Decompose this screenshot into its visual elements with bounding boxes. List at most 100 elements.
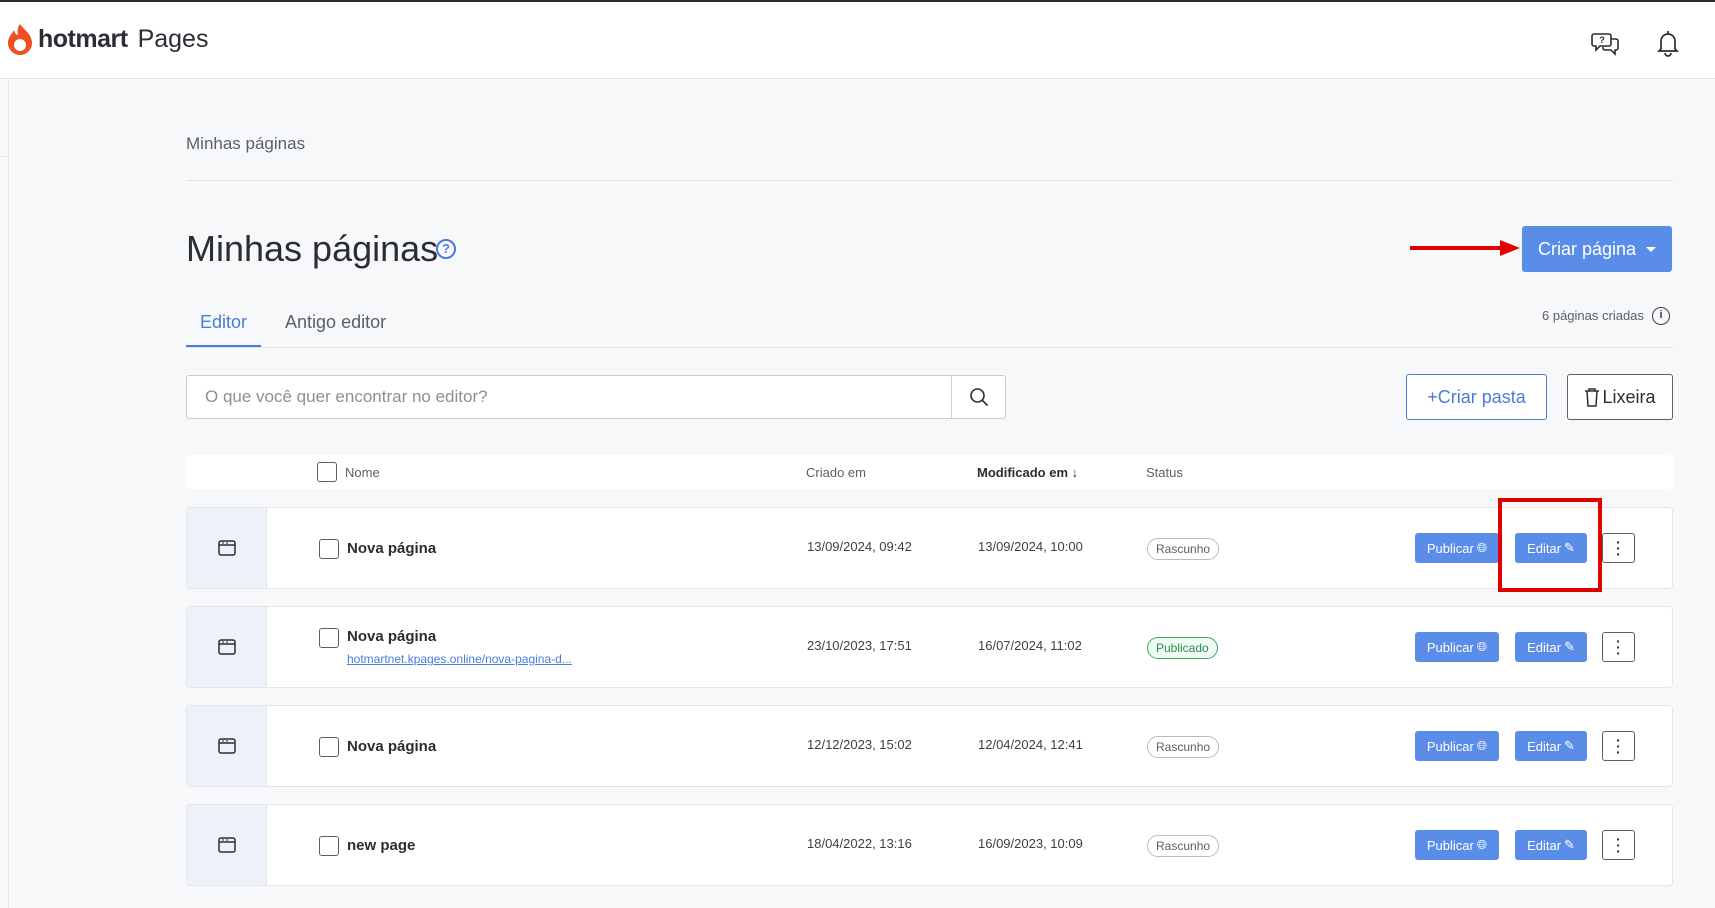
- kebab-menu-icon: · · ·: [1616, 732, 1621, 760]
- edit-label: Editar: [1527, 837, 1562, 853]
- search-button[interactable]: [951, 375, 1006, 419]
- row-checkbox[interactable]: [319, 628, 339, 648]
- created-date: 23/10/2023, 17:51: [807, 638, 912, 653]
- publish-button[interactable]: Publicar 🌐︎: [1415, 830, 1499, 860]
- page-name[interactable]: Nova página: [347, 540, 436, 557]
- caret-down-icon: [1646, 246, 1657, 252]
- sidebar-divider: [0, 156, 8, 157]
- table-row[interactable]: Nova página hotmartnet.kpages.online/nov…: [186, 606, 1673, 688]
- browser-window-icon: [217, 540, 236, 556]
- trash-label: Lixeira: [1602, 386, 1656, 407]
- more-options-button[interactable]: · · ·: [1602, 533, 1635, 563]
- select-all-checkbox[interactable]: [317, 462, 337, 482]
- annotation-arrow-icon: [1410, 240, 1520, 256]
- publish-button[interactable]: Publicar 🌐︎: [1415, 731, 1499, 761]
- pencil-icon: ✎: [1564, 639, 1575, 654]
- publish-button[interactable]: Publicar 🌐︎: [1415, 533, 1499, 563]
- more-options-button[interactable]: · · ·: [1602, 632, 1635, 662]
- create-page-label: Criar página: [1537, 238, 1637, 259]
- product-name: Pages: [137, 24, 209, 53]
- page-name[interactable]: Nova página: [347, 738, 436, 755]
- page-name[interactable]: Nova página: [347, 628, 436, 645]
- page-name[interactable]: new page: [347, 837, 415, 854]
- sidebar-edge: [8, 80, 9, 908]
- publish-label: Publicar: [1426, 639, 1474, 655]
- tab-old-editor[interactable]: Antigo editor: [271, 304, 400, 348]
- info-icon[interactable]: i: [1652, 307, 1670, 325]
- header-name[interactable]: Nome: [345, 465, 380, 480]
- sort-down-arrow-icon: ↓: [1071, 465, 1079, 480]
- more-options-button[interactable]: · · ·: [1602, 830, 1635, 860]
- search-input[interactable]: [186, 375, 952, 419]
- publish-button[interactable]: Publicar 🌐︎: [1415, 632, 1499, 662]
- kebab-menu-icon: · · ·: [1616, 633, 1621, 661]
- globe-icon: 🌐︎: [1476, 540, 1488, 555]
- header-modified-label: Modificado em: [977, 465, 1069, 480]
- bell-icon[interactable]: [1653, 28, 1683, 58]
- header-status[interactable]: Status: [1146, 465, 1183, 480]
- publish-label: Publicar: [1426, 837, 1474, 853]
- modified-date: 13/09/2024, 10:00: [978, 539, 1083, 554]
- browser-window-icon: [217, 837, 236, 853]
- annotation-highlight-box: [1498, 498, 1602, 592]
- publish-label: Publicar: [1426, 738, 1474, 754]
- header-modified[interactable]: Modificado em ↓: [977, 465, 1078, 480]
- row-checkbox[interactable]: [319, 539, 339, 559]
- header-created[interactable]: Criado em: [806, 465, 866, 480]
- row-checkbox[interactable]: [319, 737, 339, 757]
- hotmart-logo[interactable]: hotmart Pages: [6, 22, 208, 56]
- status-badge: Rascunho: [1147, 736, 1220, 758]
- status-badge: Publicado: [1147, 637, 1218, 659]
- kebab-menu-icon: · · ·: [1616, 831, 1621, 859]
- modified-date: 16/07/2024, 11:02: [978, 638, 1082, 653]
- trash-button[interactable]: Lixeira: [1567, 374, 1673, 420]
- tab-editor[interactable]: Editor: [186, 304, 262, 348]
- help-chat-icon[interactable]: ?: [1591, 28, 1621, 58]
- globe-icon: 🌐︎: [1476, 837, 1488, 852]
- page-url-link[interactable]: hotmartnet.kpages.online/nova-pagina-d..…: [347, 652, 572, 666]
- publish-label: Publicar: [1426, 540, 1474, 556]
- edit-button[interactable]: Editar ✎: [1515, 731, 1587, 761]
- table-header: Nome Criado em Modificado em ↓ Status: [186, 455, 1673, 489]
- page-thumbnail: [187, 805, 267, 885]
- flame-icon: [8, 24, 32, 55]
- edit-button[interactable]: Editar ✎: [1515, 632, 1587, 662]
- editor-tabs: Editor Antigo editor: [186, 304, 400, 348]
- row-checkbox[interactable]: [319, 836, 339, 856]
- trash-icon: [1585, 388, 1600, 407]
- more-options-button[interactable]: · · ·: [1602, 731, 1635, 761]
- pencil-icon: ✎: [1564, 738, 1575, 753]
- globe-icon: 🌐︎: [1476, 738, 1488, 753]
- create-folder-button[interactable]: +Criar pasta: [1406, 374, 1547, 420]
- created-date: 13/09/2024, 09:42: [807, 539, 912, 554]
- create-folder-label: +Criar pasta: [1427, 386, 1526, 407]
- globe-icon: 🌐︎: [1476, 639, 1488, 654]
- tabs-divider: [186, 347, 1673, 348]
- browser-window-icon: [217, 738, 236, 754]
- pages-count: 6 páginas criadas: [1542, 308, 1644, 323]
- status-badge: Rascunho: [1147, 538, 1220, 560]
- brand-name: hotmart: [38, 24, 128, 53]
- help-icon[interactable]: ?: [436, 239, 456, 259]
- created-date: 18/04/2022, 13:16: [807, 836, 912, 851]
- table-row[interactable]: Nova página 12/12/2023, 15:02 12/04/2024…: [186, 705, 1673, 787]
- status-badge: Rascunho: [1147, 835, 1220, 857]
- modified-date: 12/04/2024, 12:41: [978, 737, 1083, 752]
- kebab-menu-icon: · · ·: [1616, 534, 1621, 562]
- breadcrumb[interactable]: Minhas páginas: [186, 134, 305, 154]
- breadcrumb-divider: [186, 180, 1673, 181]
- browser-window-icon: [217, 639, 236, 655]
- created-date: 12/12/2023, 15:02: [807, 737, 912, 752]
- edit-button[interactable]: Editar ✎: [1515, 830, 1587, 860]
- page-thumbnail: [187, 706, 267, 786]
- pencil-icon: ✎: [1564, 837, 1575, 852]
- modified-date: 16/09/2023, 10:09: [978, 836, 1083, 851]
- create-page-button[interactable]: Criar página: [1522, 226, 1672, 272]
- table-row[interactable]: Nova página 13/09/2024, 09:42 13/09/2024…: [186, 507, 1673, 589]
- edit-label: Editar: [1527, 738, 1562, 754]
- page-thumbnail: [187, 607, 267, 687]
- table-row[interactable]: new page 18/04/2022, 13:16 16/09/2023, 1…: [186, 804, 1673, 886]
- edit-label: Editar: [1527, 639, 1562, 655]
- page-thumbnail: [187, 508, 267, 588]
- top-header: hotmart Pages ?: [0, 2, 1715, 79]
